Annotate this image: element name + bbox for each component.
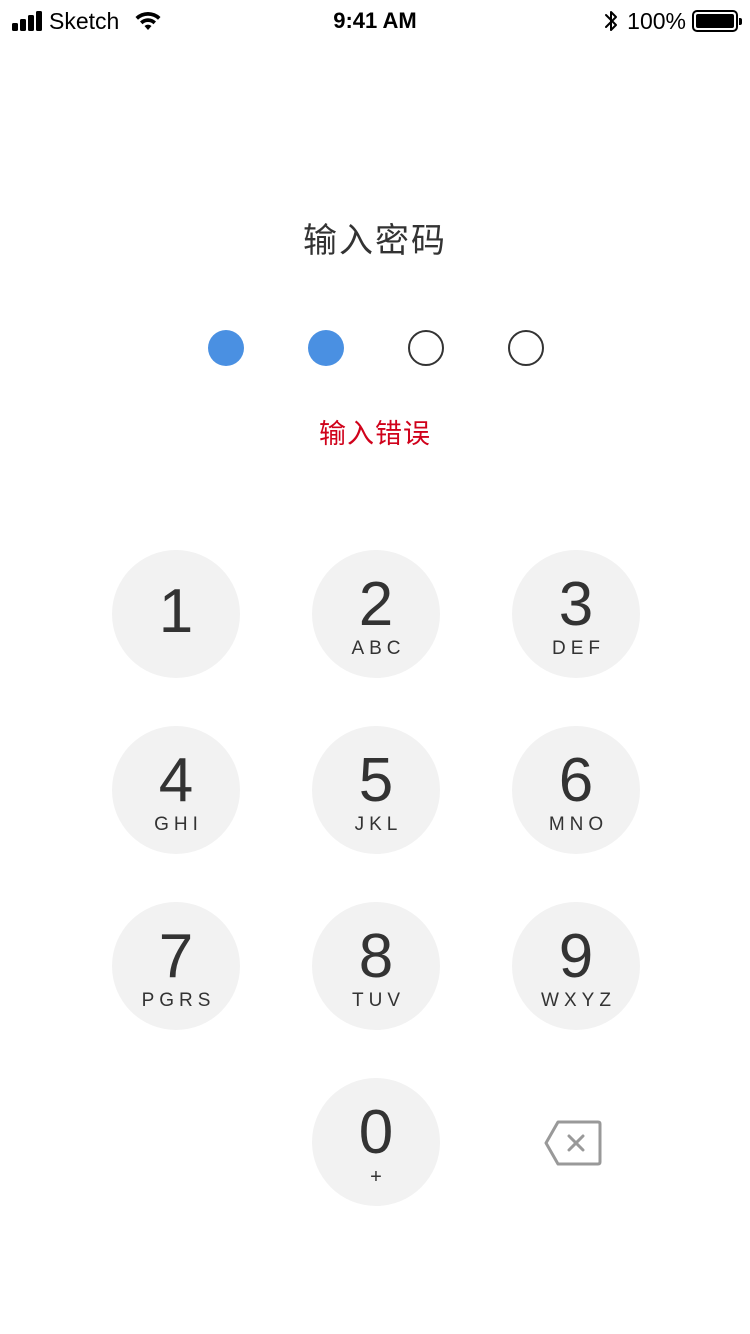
key-0[interactable]: 0 +: [312, 1078, 440, 1206]
key-2[interactable]: 2 ABC: [312, 550, 440, 678]
key-9[interactable]: 9 WXYZ: [512, 902, 640, 1030]
key-8[interactable]: 8 TUV: [312, 902, 440, 1030]
key-digit: 0: [358, 1098, 394, 1167]
passcode-dot-filled: [308, 330, 344, 366]
battery-icon: [692, 10, 742, 32]
bluetooth-icon: [605, 11, 618, 31]
battery-fill: [696, 14, 734, 28]
key-6[interactable]: 6 MNO: [512, 726, 640, 854]
passcode-dot-empty: [408, 330, 444, 366]
key-digit: 2: [358, 570, 394, 639]
status-bar-right: 100%: [603, 8, 742, 34]
key-letters: WXYZ: [541, 990, 616, 1011]
passcode-screen: Sketch 9:41 AM 100% 输入密码 输入错误 1 2 ABC 3 …: [0, 0, 750, 1334]
key-digit: 9: [558, 922, 594, 991]
key-letters: PGRS: [141, 990, 216, 1011]
key-letters: MNO: [548, 814, 609, 835]
key-digit: 1: [158, 577, 194, 646]
key-letters: GHI: [154, 814, 203, 835]
key-3[interactable]: 3 DEF: [512, 550, 640, 678]
status-bar: Sketch 9:41 AM 100%: [0, 0, 750, 40]
key-1[interactable]: 1: [112, 550, 240, 678]
key-letters: DEF: [552, 638, 605, 659]
key-digit: 6: [558, 746, 594, 815]
passcode-dot-empty: [508, 330, 544, 366]
key-digit: 4: [158, 746, 194, 815]
key-letters: ABC: [351, 638, 406, 659]
key-5[interactable]: 5 JKL: [312, 726, 440, 854]
key-4[interactable]: 4 GHI: [112, 726, 240, 854]
key-letters: JKL: [354, 814, 403, 835]
key-digit: 3: [558, 570, 594, 639]
passcode-dots: [0, 330, 750, 366]
battery-percentage: 100%: [627, 8, 686, 34]
key-digit: 7: [158, 922, 194, 991]
delete-button[interactable]: [542, 1118, 604, 1168]
key-digit: 5: [358, 746, 394, 815]
key-digit: 8: [358, 922, 394, 991]
key-letters: +: [370, 1166, 382, 1188]
error-message: 输入错误: [319, 419, 431, 449]
key-7[interactable]: 7 PGRS: [112, 902, 240, 1030]
page-title: 输入密码: [303, 222, 447, 260]
key-letters: TUV: [352, 990, 405, 1011]
passcode-dot-filled: [208, 330, 244, 366]
backspace-icon: [544, 1120, 602, 1166]
